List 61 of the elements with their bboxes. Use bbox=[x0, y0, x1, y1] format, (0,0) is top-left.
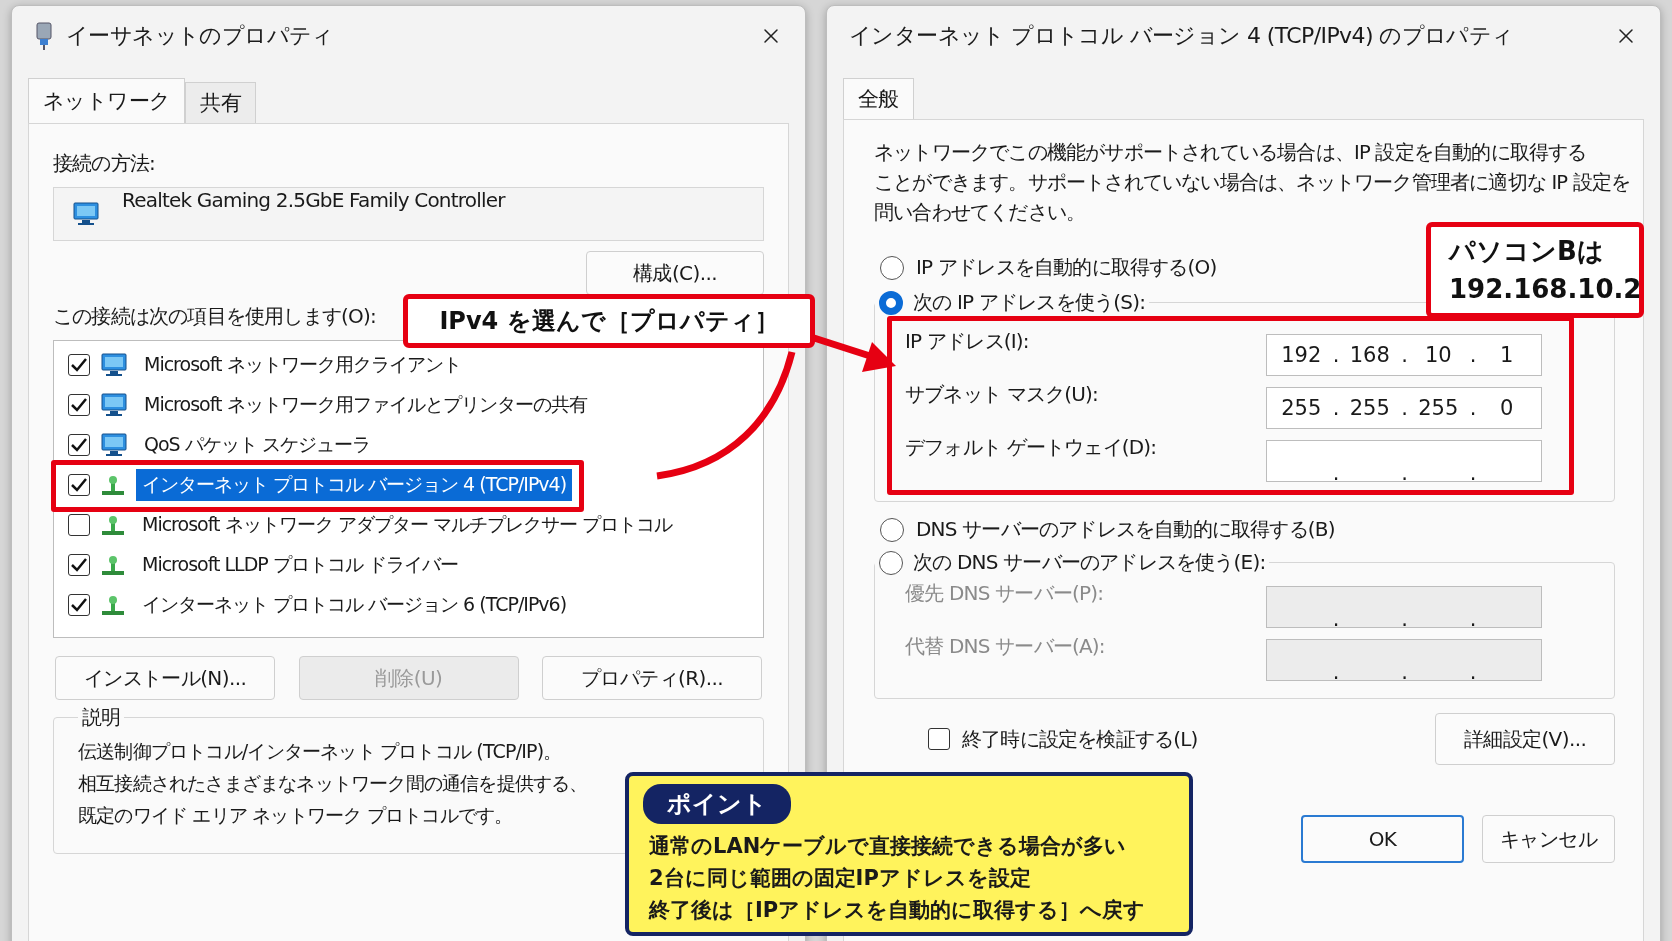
list-item[interactable]: Microsoft ネットワーク アダプター マルチプレクサー プロトコル bbox=[136, 509, 678, 541]
dialog-button[interactable]: プロパティ(R)... bbox=[542, 656, 762, 700]
advanced-button[interactable]: 詳細設定(V)... bbox=[1435, 713, 1615, 765]
field-label: サブネット マスク(U): bbox=[905, 381, 1098, 408]
option-label[interactable]: 次の DNS サーバーのアドレスを使う(E): bbox=[913, 549, 1266, 576]
point-text: 通常のLANケーブルで直接接続できる場合が多い 2台に同じ範囲の固定IPアドレスを設定 終了後は［IPアドレスを自動的に取得する］へ戻す bbox=[649, 833, 1146, 924]
checkbox[interactable] bbox=[68, 554, 90, 576]
dialog-button[interactable]: キャンセル bbox=[1482, 815, 1615, 863]
window-title: イーサネットのプロパティ bbox=[66, 22, 334, 50]
option-label[interactable]: 終了時に設定を検証する(L) bbox=[962, 725, 1198, 753]
dialog-button[interactable]: OK bbox=[1301, 815, 1464, 863]
ip-address-field[interactable]: 192 . 168 . 10 . 1 bbox=[1266, 333, 1542, 376]
checkbox[interactable] bbox=[68, 434, 90, 456]
checkbox[interactable] bbox=[68, 514, 90, 536]
radio-button[interactable] bbox=[879, 290, 903, 315]
list-item[interactable]: Microsoft ネットワーク用クライアント bbox=[138, 349, 467, 381]
checkbox[interactable] bbox=[68, 594, 90, 616]
tab[interactable]: 共有 bbox=[185, 82, 257, 123]
dialog-button[interactable]: インストール(N)... bbox=[55, 656, 275, 700]
list-item[interactable]: インターネット プロトコル バージョン 4 (TCP/IPv4) bbox=[136, 469, 573, 501]
tab[interactable]: 全般 bbox=[843, 78, 914, 119]
description-text: 伝送制御プロトコル/インターネット プロトコル (TCP/IP)。 相互接続されたさまざまなネットワーク間の通信を提供する、 既定のワイド エリア ネットワーク プロトコルです。 bbox=[78, 739, 588, 828]
checkbox[interactable] bbox=[68, 354, 90, 376]
ip-address-field[interactable]: . . . bbox=[1266, 439, 1542, 482]
checkbox[interactable] bbox=[68, 474, 90, 496]
field-label: デフォルト ゲートウェイ(D): bbox=[905, 434, 1157, 461]
protocol-icon bbox=[100, 593, 126, 617]
callout: パソコンBは 192.168.10.2 bbox=[1426, 222, 1644, 318]
section-label: この接続は次の項目を使用します(O): bbox=[53, 303, 376, 330]
radio-button[interactable] bbox=[880, 255, 904, 280]
configure-button[interactable]: 構成(C)... bbox=[586, 251, 764, 295]
group-label: 説明 bbox=[82, 704, 121, 731]
list-item[interactable]: インターネット プロトコル バージョン 6 (TCP/IPv6) bbox=[136, 589, 573, 621]
option-label[interactable]: 次の IP アドレスを使う(S): bbox=[913, 289, 1146, 316]
field-label: IP アドレス(I): bbox=[905, 328, 1029, 355]
list-item[interactable]: QoS パケット スケジューラ bbox=[138, 429, 376, 461]
protocol-icon bbox=[100, 513, 126, 537]
option-label[interactable]: IP アドレスを自動的に取得する(O) bbox=[916, 254, 1217, 281]
network-service-icon bbox=[100, 352, 128, 378]
callout: IPv4 を選んで［プロパティ］ bbox=[403, 294, 815, 348]
checkbox[interactable] bbox=[68, 394, 90, 416]
radio-button[interactable] bbox=[879, 550, 903, 575]
option-label[interactable]: DNS サーバーのアドレスを自動的に取得する(B) bbox=[916, 516, 1335, 543]
checkbox[interactable] bbox=[928, 728, 950, 750]
window-title: インターネット プロトコル バージョン 4 (TCP/IPv4) のプロパティ bbox=[849, 22, 1514, 50]
protocol-icon bbox=[100, 553, 126, 577]
adapter-name: Realtek Gaming 2.5GbE Family Controller bbox=[122, 188, 505, 212]
field-label: 代替 DNS サーバー(A): bbox=[905, 633, 1105, 660]
section-label: 接続の方法: bbox=[53, 150, 155, 177]
ethernet-plug-icon bbox=[34, 21, 54, 51]
point-badge: ポイント bbox=[643, 784, 791, 824]
network-adapter-icon bbox=[72, 201, 100, 227]
ip-address-field[interactable]: 255 . 255 . 255 . 0 bbox=[1266, 386, 1542, 429]
tab[interactable]: ネットワーク bbox=[28, 78, 186, 123]
network-service-icon bbox=[100, 392, 128, 418]
network-service-icon bbox=[100, 432, 128, 458]
radio-button[interactable] bbox=[880, 517, 904, 542]
list-item[interactable]: Microsoft ネットワーク用ファイルとプリンターの共有 bbox=[138, 389, 593, 421]
field-label: 優先 DNS サーバー(P): bbox=[905, 580, 1104, 607]
protocol-icon bbox=[100, 473, 126, 497]
list-item[interactable]: Microsoft LLDP プロトコル ドライバー bbox=[136, 549, 464, 581]
